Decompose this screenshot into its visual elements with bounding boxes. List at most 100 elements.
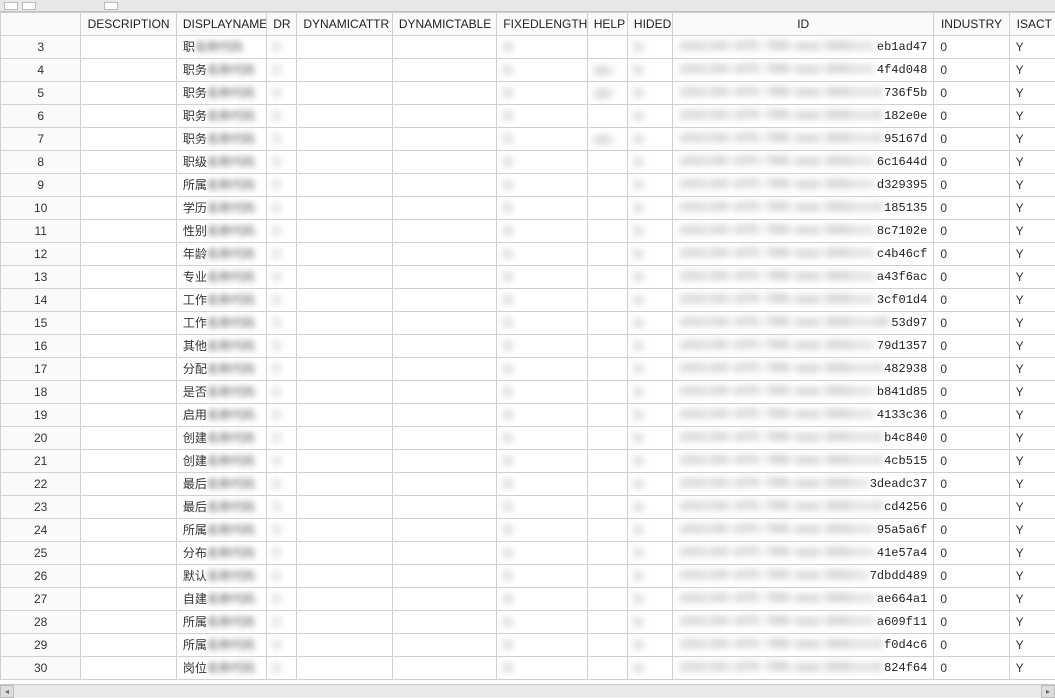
data-grid[interactable]: DESCRIPTION DISPLAYNAME DR DYNAMICATTR D…	[0, 12, 1055, 684]
cell-dynamicattr[interactable]	[297, 358, 392, 381]
cell-displayname[interactable]: 专业名称代码	[176, 266, 266, 289]
table-row[interactable]: 18是否名称代码0NNa1b2c3d4-e5f6-7890-aaaa-bbbbc…	[1, 381, 1055, 404]
cell-hided[interactable]: N	[627, 542, 672, 565]
cell-dr[interactable]: 0	[267, 289, 297, 312]
cell-industry[interactable]: 0	[934, 473, 1009, 496]
cell-id[interactable]: a1b2c3d4-e5f6-7890-aaaa-bbbbccccddddf0d4…	[673, 634, 934, 657]
cell-dynamictable[interactable]	[392, 634, 496, 657]
cell-displayname[interactable]: 是否名称代码	[176, 381, 266, 404]
cell-dr[interactable]: 0	[267, 404, 297, 427]
cell-displayname[interactable]: 职务名称代码	[176, 105, 266, 128]
table-row[interactable]: 14工作名称代码0NNa1b2c3d4-e5f6-7890-aaaa-bbbbc…	[1, 289, 1055, 312]
cell-description[interactable]	[81, 335, 176, 358]
cell-id[interactable]: a1b2c3d4-e5f6-7890-aaaa-bbbbccccdddd824f…	[673, 657, 934, 680]
cell-id[interactable]: a1b2c3d4-e5f6-7890-aaaa-bbbbccccdddd4cb5…	[673, 450, 934, 473]
cell-hided[interactable]: N	[627, 588, 672, 611]
cell-industry[interactable]: 0	[934, 565, 1009, 588]
cell-description[interactable]	[81, 657, 176, 680]
cell-displayname[interactable]: 学历名称代码	[176, 197, 266, 220]
cell-dynamictable[interactable]	[392, 404, 496, 427]
cell-dynamictable[interactable]	[392, 105, 496, 128]
cell-industry[interactable]: 0	[934, 381, 1009, 404]
cell-hided[interactable]: N	[627, 312, 672, 335]
cell-description[interactable]	[81, 197, 176, 220]
cell-dynamictable[interactable]	[392, 542, 496, 565]
cell-dr[interactable]: 0	[267, 36, 297, 59]
cell-description[interactable]	[81, 634, 176, 657]
cell-hided[interactable]: N	[627, 266, 672, 289]
col-header-id[interactable]: ID	[673, 13, 934, 36]
cell-fixedlength[interactable]: N	[497, 82, 587, 105]
cell-displayname[interactable]: 默认名称代码	[176, 565, 266, 588]
cell-dynamicattr[interactable]	[297, 312, 392, 335]
cell-displayname[interactable]: 岗位名称代码	[176, 657, 266, 680]
cell-industry[interactable]: 0	[934, 59, 1009, 82]
cell-help[interactable]	[587, 220, 627, 243]
cell-displayname[interactable]: 职务名称代码	[176, 82, 266, 105]
cell-id[interactable]: a1b2c3d4-e5f6-7890-aaaa-bbbbccccdddd4f4d…	[673, 59, 934, 82]
cell-dynamicattr[interactable]	[297, 266, 392, 289]
cell-fixedlength[interactable]: N	[497, 450, 587, 473]
cell-displayname[interactable]: 其他名称代码	[176, 335, 266, 358]
cell-dynamicattr[interactable]	[297, 450, 392, 473]
cell-dynamicattr[interactable]	[297, 128, 392, 151]
cell-isact[interactable]: Y	[1009, 312, 1055, 335]
horizontal-scrollbar[interactable]: ◂ ▸	[0, 684, 1055, 697]
cell-displayname[interactable]: 职务名称代码	[176, 59, 266, 82]
cell-dynamicattr[interactable]	[297, 36, 392, 59]
cell-displayname[interactable]: 性别名称代码	[176, 220, 266, 243]
cell-dr[interactable]: 0	[267, 634, 297, 657]
cell-help[interactable]: abc	[587, 59, 627, 82]
cell-description[interactable]	[81, 450, 176, 473]
cell-fixedlength[interactable]: N	[497, 565, 587, 588]
cell-industry[interactable]: 0	[934, 220, 1009, 243]
cell-description[interactable]	[81, 220, 176, 243]
cell-dr[interactable]: 0	[267, 335, 297, 358]
cell-fixedlength[interactable]: N	[497, 174, 587, 197]
cell-id[interactable]: a1b2c3d4-e5f6-7890-aaaa-bbbbccccddddb841…	[673, 381, 934, 404]
cell-id[interactable]: a1b2c3d4-e5f6-7890-aaaa-bbbbccccdddd53d9…	[673, 312, 934, 335]
cell-dynamicattr[interactable]	[297, 59, 392, 82]
cell-dynamictable[interactable]	[392, 151, 496, 174]
cell-dr[interactable]: 0	[267, 588, 297, 611]
col-header-industry[interactable]: INDUSTRY	[934, 13, 1009, 36]
cell-dynamictable[interactable]	[392, 36, 496, 59]
cell-help[interactable]	[587, 312, 627, 335]
cell-id[interactable]: a1b2c3d4-e5f6-7890-aaaa-bbbbccccddddeb1a…	[673, 36, 934, 59]
cell-fixedlength[interactable]: N	[497, 358, 587, 381]
cell-hided[interactable]: N	[627, 243, 672, 266]
cell-description[interactable]	[81, 174, 176, 197]
cell-help[interactable]	[587, 105, 627, 128]
cell-isact[interactable]: Y	[1009, 128, 1055, 151]
cell-help[interactable]	[587, 358, 627, 381]
cell-description[interactable]	[81, 427, 176, 450]
cell-fixedlength[interactable]: N	[497, 312, 587, 335]
cell-description[interactable]	[81, 289, 176, 312]
cell-help[interactable]	[587, 588, 627, 611]
cell-displayname[interactable]: 所属名称代码	[176, 519, 266, 542]
cell-industry[interactable]: 0	[934, 634, 1009, 657]
cell-fixedlength[interactable]: N	[497, 542, 587, 565]
cell-displayname[interactable]: 职名称代码	[176, 36, 266, 59]
cell-isact[interactable]: Y	[1009, 519, 1055, 542]
cell-help[interactable]	[587, 151, 627, 174]
cell-dr[interactable]: 0	[267, 197, 297, 220]
cell-hided[interactable]: N	[627, 82, 672, 105]
table-row[interactable]: 27自建名称代码0NNa1b2c3d4-e5f6-7890-aaaa-bbbbc…	[1, 588, 1055, 611]
cell-industry[interactable]: 0	[934, 358, 1009, 381]
cell-industry[interactable]: 0	[934, 174, 1009, 197]
cell-industry[interactable]: 0	[934, 197, 1009, 220]
cell-isact[interactable]: Y	[1009, 588, 1055, 611]
cell-id[interactable]: a1b2c3d4-e5f6-7890-aaaa-bbbbccccdddda609…	[673, 611, 934, 634]
cell-fixedlength[interactable]: N	[497, 266, 587, 289]
cell-fixedlength[interactable]: N	[497, 404, 587, 427]
table-row[interactable]: 26默认名称代码0NNa1b2c3d4-e5f6-7890-aaaa-bbbbc…	[1, 565, 1055, 588]
cell-dynamicattr[interactable]	[297, 657, 392, 680]
scroll-left-icon[interactable]: ◂	[0, 685, 14, 698]
cell-description[interactable]	[81, 542, 176, 565]
table-row[interactable]: 15工作名称代码0NNa1b2c3d4-e5f6-7890-aaaa-bbbbc…	[1, 312, 1055, 335]
cell-dr[interactable]: 0	[267, 151, 297, 174]
cell-dynamictable[interactable]	[392, 220, 496, 243]
col-header-isact[interactable]: ISACT	[1009, 13, 1055, 36]
cell-dr[interactable]: 0	[267, 59, 297, 82]
